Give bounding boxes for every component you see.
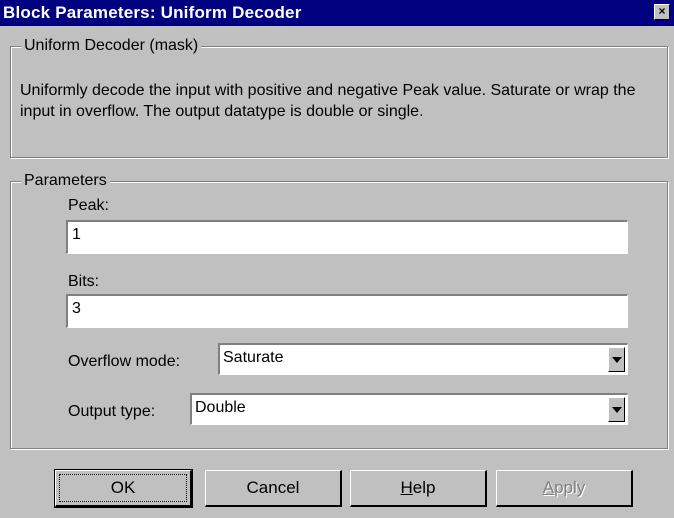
mask-description: Uniformly decode the input with positive…: [20, 82, 636, 120]
chevron-down-icon[interactable]: [608, 397, 625, 422]
peak-label: Peak:: [68, 197, 109, 214]
parameters-legend: Parameters: [21, 172, 110, 190]
output-type-value: Double: [195, 399, 246, 416]
peak-input[interactable]: 1: [66, 220, 628, 254]
close-icon[interactable]: ×: [654, 4, 670, 20]
help-button-label: Help: [401, 478, 436, 497]
help-label-rest: elp: [412, 478, 436, 497]
output-type-select[interactable]: Double: [190, 393, 628, 425]
title-bar[interactable]: Block Parameters: Uniform Decoder ×: [0, 0, 674, 26]
bits-input[interactable]: 3: [66, 294, 628, 328]
focus-rect: [59, 474, 187, 502]
output-type-label: Output type:: [68, 403, 156, 420]
overflow-mode-select[interactable]: Saturate: [218, 343, 628, 375]
cancel-button[interactable]: Cancel: [205, 470, 342, 507]
help-button[interactable]: Help: [350, 470, 487, 507]
ok-button[interactable]: OK: [54, 469, 193, 508]
apply-button[interactable]: Apply: [496, 470, 633, 507]
cancel-button-label: Cancel: [246, 478, 300, 497]
help-mnemonic: H: [400, 478, 413, 497]
mask-legend: Uniform Decoder (mask): [21, 37, 202, 55]
overflow-mode-value: Saturate: [223, 349, 284, 366]
apply-mnemonic: A: [542, 478, 555, 497]
apply-label-rest: pply: [554, 478, 586, 497]
apply-button-label: Apply: [543, 478, 586, 497]
bits-label: Bits:: [68, 273, 100, 290]
chevron-down-icon[interactable]: [608, 347, 625, 372]
window-title: Block Parameters: Uniform Decoder: [3, 3, 302, 22]
overflow-mode-label: Overflow mode:: [68, 353, 181, 370]
